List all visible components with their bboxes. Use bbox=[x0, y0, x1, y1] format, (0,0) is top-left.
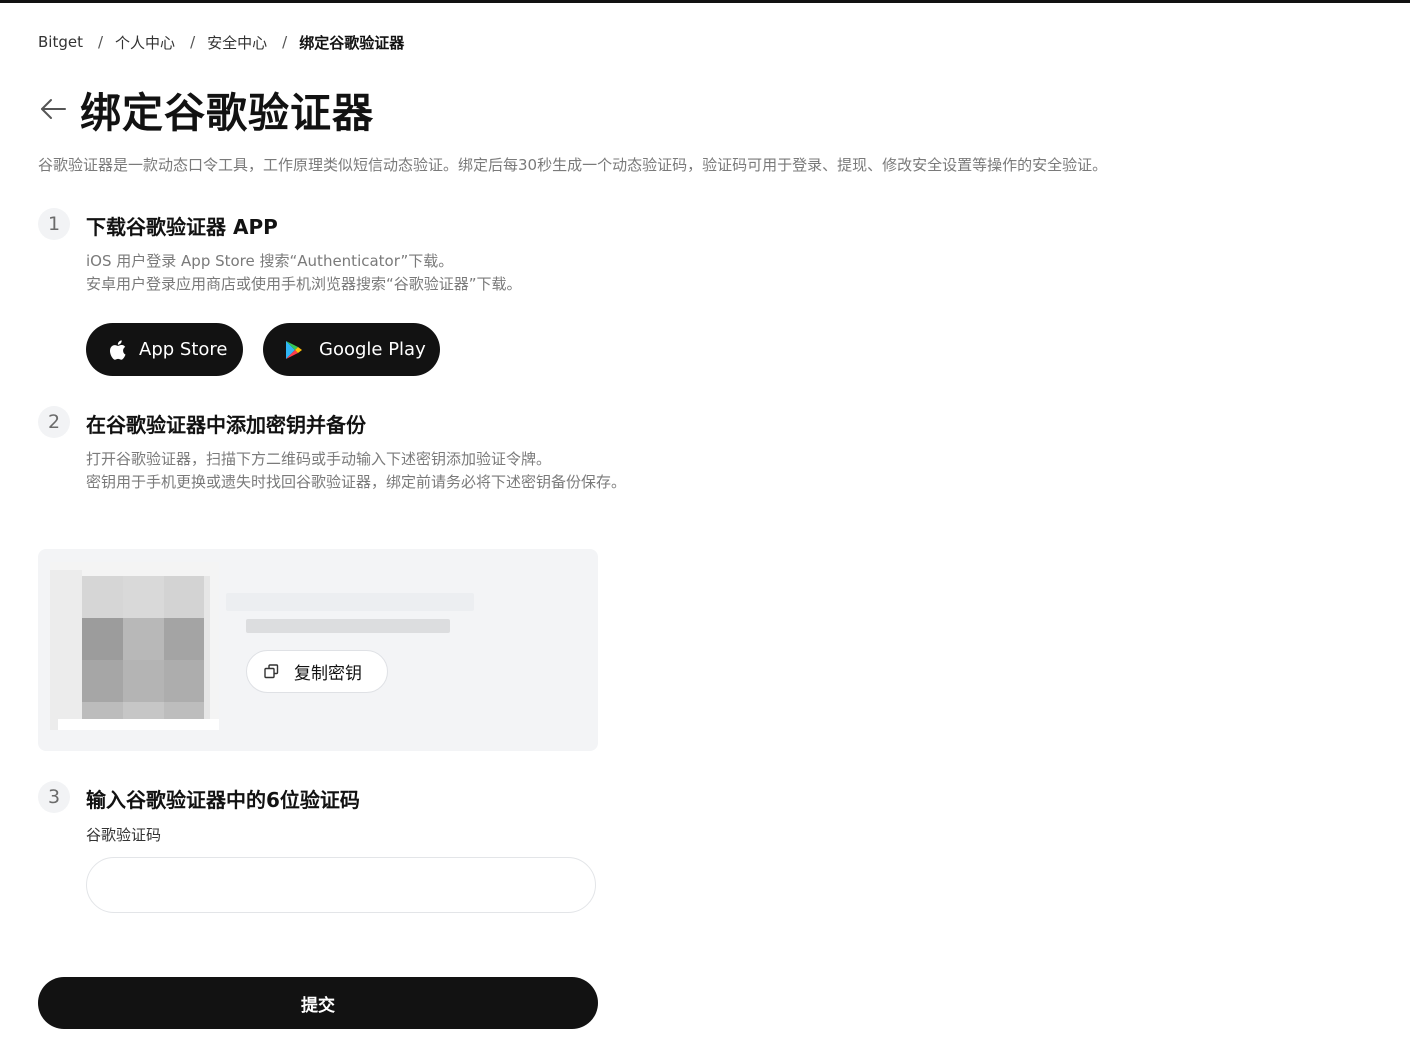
secret-key-text bbox=[226, 593, 474, 611]
step-2-title: 在谷歌验证器中添加密钥并备份 bbox=[86, 413, 366, 437]
step-1-description: iOS 用户登录 App Store 搜索“Authenticator”下载。 … bbox=[86, 250, 522, 295]
verification-code-input[interactable] bbox=[86, 857, 596, 913]
step-2-description: 打开谷歌验证器，扫描下方二维码或手动输入下述密钥添加验证令牌。 密钥用于手机更换… bbox=[86, 448, 634, 493]
step-3-number: 3 bbox=[38, 781, 70, 813]
breadcrumb-separator: / bbox=[190, 33, 196, 51]
breadcrumb-separator: / bbox=[97, 33, 104, 51]
top-border bbox=[0, 0, 1410, 3]
page-header: 绑定谷歌验证器 bbox=[38, 82, 374, 137]
google-play-label: Google Play bbox=[319, 339, 426, 360]
step-1-title: 下载谷歌验证器 APP bbox=[86, 215, 278, 239]
page-description: 谷歌验证器是一款动态口令工具，工作原理类似短信动态验证。绑定后每30秒生成一个动… bbox=[38, 156, 1108, 174]
copy-icon bbox=[264, 664, 279, 679]
breadcrumb-separator: / bbox=[282, 33, 288, 51]
step-2-desc-line: 打开谷歌验证器，扫描下方二维码或手动输入下述密钥添加验证令牌。 bbox=[86, 450, 552, 468]
app-store-label: App Store bbox=[139, 339, 228, 360]
breadcrumb-security-center[interactable]: 安全中心 bbox=[207, 32, 267, 53]
verification-code-label: 谷歌验证码 bbox=[86, 826, 162, 844]
step-3-title: 输入谷歌验证器中的6位验证码 bbox=[86, 788, 360, 812]
qr-code bbox=[50, 562, 219, 730]
arrow-left-icon[interactable] bbox=[38, 94, 68, 124]
page-title: 绑定谷歌验证器 bbox=[80, 89, 374, 137]
step-1-number: 1 bbox=[38, 208, 70, 240]
breadcrumb-personal-center[interactable]: 个人中心 bbox=[115, 32, 175, 53]
step-2-number: 2 bbox=[38, 406, 70, 438]
submit-button[interactable]: 提交 bbox=[38, 977, 598, 1029]
step-1-desc-line: iOS 用户登录 App Store 搜索“Authenticator”下载。 bbox=[86, 252, 454, 270]
copy-key-button[interactable]: 复制密钥 bbox=[246, 650, 388, 693]
apple-icon bbox=[109, 339, 126, 360]
breadcrumb-current: 绑定谷歌验证器 bbox=[299, 33, 405, 52]
step-1-desc-line: 安卓用户登录应用商店或使用手机浏览器搜索“谷歌验证器”下载。 bbox=[86, 274, 522, 293]
google-play-button[interactable]: Google Play bbox=[263, 323, 440, 376]
secret-key-text bbox=[246, 619, 450, 633]
secret-key-card: 复制密钥 bbox=[38, 549, 598, 751]
app-store-button[interactable]: App Store bbox=[86, 323, 243, 376]
breadcrumb-bitget[interactable]: Bitget bbox=[38, 33, 83, 51]
copy-key-label: 复制密钥 bbox=[294, 664, 362, 684]
breadcrumb: Bitget / 个人中心 / 安全中心 / 绑定谷歌验证器 bbox=[38, 31, 404, 53]
google-play-icon bbox=[285, 340, 303, 360]
step-2-desc-line: 密钥用于手机更换或遗失时找回谷歌验证器，绑定前请务必将下述密钥备份保存。 bbox=[86, 472, 627, 491]
